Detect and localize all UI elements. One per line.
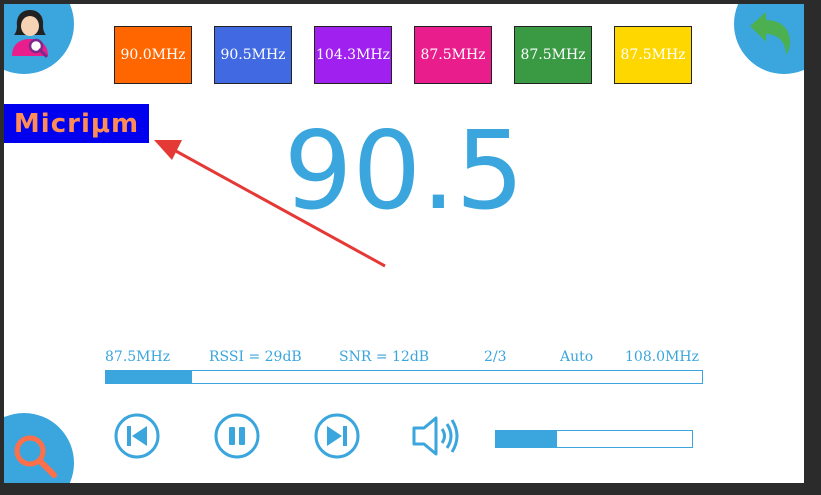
preset-button-1[interactable]: 90.0MHz xyxy=(114,26,192,84)
user-search-button[interactable] xyxy=(4,4,74,74)
skip-previous-icon[interactable] xyxy=(113,412,161,460)
preset-button-4[interactable]: 87.5MHz xyxy=(414,26,492,84)
back-arrow-icon xyxy=(750,12,790,55)
pause-icon[interactable] xyxy=(213,412,261,460)
band-min-frequency: 87.5MHz xyxy=(105,349,171,365)
mode-indicator[interactable]: Auto xyxy=(560,349,593,365)
tuning-bar[interactable] xyxy=(105,370,703,384)
preset-button-2[interactable]: 90.5MHz xyxy=(214,26,292,84)
search-icon xyxy=(14,435,57,478)
search-button[interactable] xyxy=(4,413,74,483)
rssi-readout: RSSI = 29dB xyxy=(209,349,302,365)
radio-screen: 90.0MHz 90.5MHz 104.3MHz 87.5MHz 87.5MHz… xyxy=(4,4,804,483)
volume-slider-fill xyxy=(496,431,557,447)
channel-indicator: 2/3 xyxy=(484,349,507,365)
volume-slider[interactable] xyxy=(495,430,693,448)
tuning-bar-fill xyxy=(106,371,193,383)
preset-button-6[interactable]: 87.5MHz xyxy=(614,26,692,84)
preset-button-3[interactable]: 104.3MHz xyxy=(314,26,392,84)
band-max-frequency: 108.0MHz xyxy=(625,349,699,365)
preset-button-5[interactable]: 87.5MHz xyxy=(514,26,592,84)
micrium-logo: Micriμm xyxy=(4,104,149,143)
skip-next-icon[interactable] xyxy=(313,412,361,460)
snr-readout: SNR = 12dB xyxy=(339,349,430,365)
back-button[interactable] xyxy=(734,4,804,74)
speaker-icon[interactable] xyxy=(410,414,462,458)
current-frequency: 90.5 xyxy=(283,109,525,234)
user-search-icon xyxy=(12,10,48,58)
